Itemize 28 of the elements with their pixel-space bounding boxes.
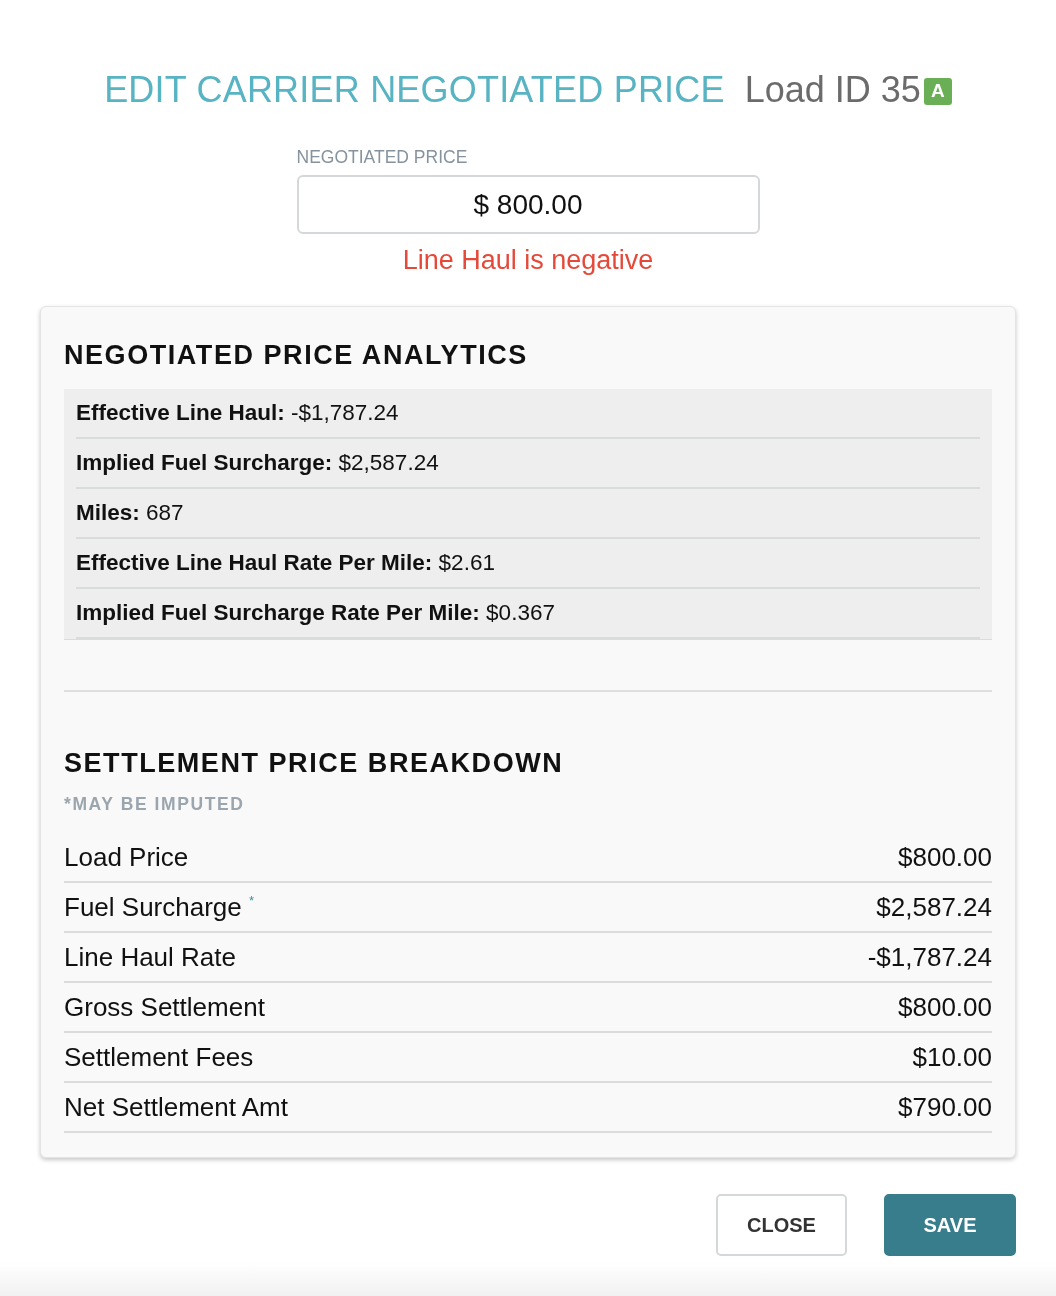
save-button[interactable]: SAVE — [884, 1194, 1016, 1256]
analytics-line: Implied Fuel Surcharge: $2,587.24 — [76, 439, 980, 489]
status-badge: A — [923, 77, 952, 105]
row-label: Gross Settlement — [64, 990, 265, 1024]
row-label: Line Haul Rate — [64, 940, 236, 974]
row-value: $790.00 — [898, 1090, 992, 1124]
dialog-title: EDIT CARRIER NEGOTIATED PRICE — [104, 68, 725, 112]
row-value: $2,587.24 — [876, 890, 992, 924]
row-value: $10.00 — [912, 1040, 992, 1074]
analytics-line: Effective Line Haul: -$1,787.24 — [76, 389, 980, 439]
error-message: Line Haul is negative — [402, 244, 654, 277]
row-label: Settlement Fees — [64, 1040, 254, 1074]
close-button[interactable]: CLOSE — [716, 1194, 847, 1256]
field-label: NEGOTIATED PRICE — [296, 147, 468, 167]
row-value: -$1,787.24 — [867, 940, 992, 974]
section-heading: NEGOTIATED PRICE ANALYTICS — [64, 339, 529, 371]
analytics-line: Effective Line Haul Rate Per Mile: $2.61 — [76, 539, 980, 589]
row-value: $800.00 — [898, 840, 992, 874]
load-id-label: Load ID 35 — [744, 68, 921, 112]
row-label: Load Price — [64, 840, 189, 874]
row-value: $800.00 — [898, 990, 992, 1024]
analytics-line: Miles: 687 — [76, 489, 980, 539]
imputed-note: *MAY BE IMPUTED — [64, 794, 246, 814]
analytics-line: Implied Fuel Surcharge Rate Per Mile: $0.367 — [76, 589, 980, 639]
row-label: Net Settlement Amt — [64, 1090, 288, 1124]
price-input[interactable]: $ 800.00 — [296, 175, 760, 234]
row-label: Fuel Surcharge $^{*}$ — [64, 890, 255, 924]
section-heading: SETTLEMENT PRICE BREAKDOWN — [64, 747, 565, 779]
